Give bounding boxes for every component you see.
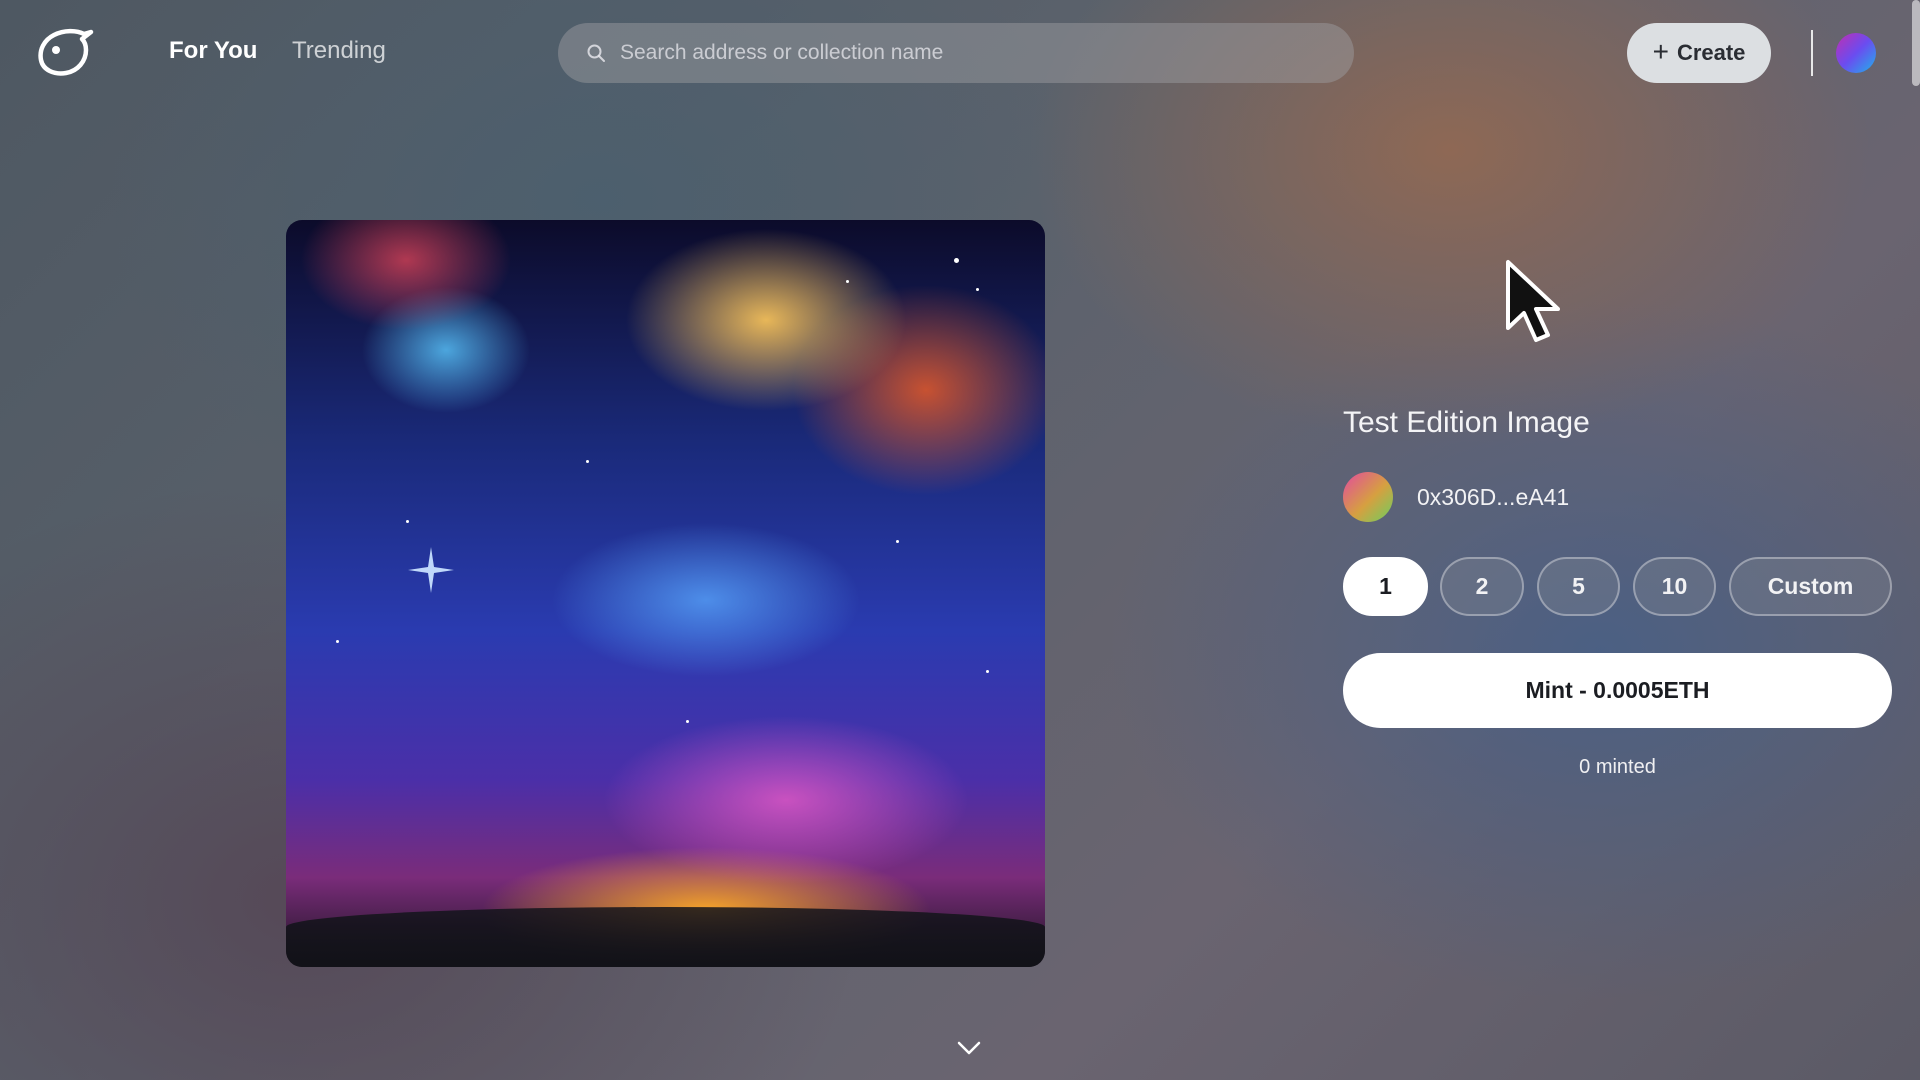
edition-title: Test Edition Image (1343, 406, 1590, 439)
user-avatar[interactable] (1836, 33, 1876, 73)
quantity-option-2[interactable]: 2 (1440, 557, 1524, 616)
search-bar[interactable] (558, 23, 1354, 83)
chevron-down-icon[interactable] (955, 1038, 983, 1058)
quantity-option-10[interactable]: 10 (1633, 557, 1716, 616)
horizon-silhouette (286, 907, 1045, 967)
creator-avatar[interactable] (1343, 472, 1393, 522)
plus-icon: + (1652, 35, 1669, 67)
header-divider (1811, 30, 1813, 76)
star (896, 540, 899, 543)
quantity-option-5[interactable]: 5 (1537, 557, 1620, 616)
create-button-label: Create (1676, 40, 1746, 65)
quantity-option-custom[interactable]: Custom (1729, 557, 1892, 616)
star (336, 640, 339, 643)
top-navigation-bar: For You Trending + Create (0, 0, 1920, 104)
star (954, 258, 959, 263)
creator-address[interactable]: 0x306D...eA41 (1417, 482, 1569, 512)
mouse-pointer-icon (1506, 260, 1560, 342)
search-input[interactable] (620, 23, 1320, 83)
quantity-option-1[interactable]: 1 (1343, 557, 1428, 616)
star (586, 460, 589, 463)
page-scrollbar[interactable] (1912, 0, 1920, 86)
bright-star (408, 547, 454, 593)
nav-trending[interactable]: Trending (292, 36, 386, 66)
nav-for-you[interactable]: For You (169, 36, 257, 66)
star (686, 720, 689, 723)
mint-button[interactable]: Mint - 0.0005ETH (1343, 653, 1892, 728)
star (846, 280, 849, 283)
edition-artwork-image (286, 220, 1045, 967)
create-button[interactable]: + Create (1627, 23, 1771, 83)
star (976, 288, 979, 291)
minted-count: 0 minted (1579, 756, 1656, 778)
star (406, 520, 409, 523)
search-icon (587, 44, 605, 62)
bird-logo-icon[interactable] (34, 28, 94, 78)
star (986, 670, 989, 673)
